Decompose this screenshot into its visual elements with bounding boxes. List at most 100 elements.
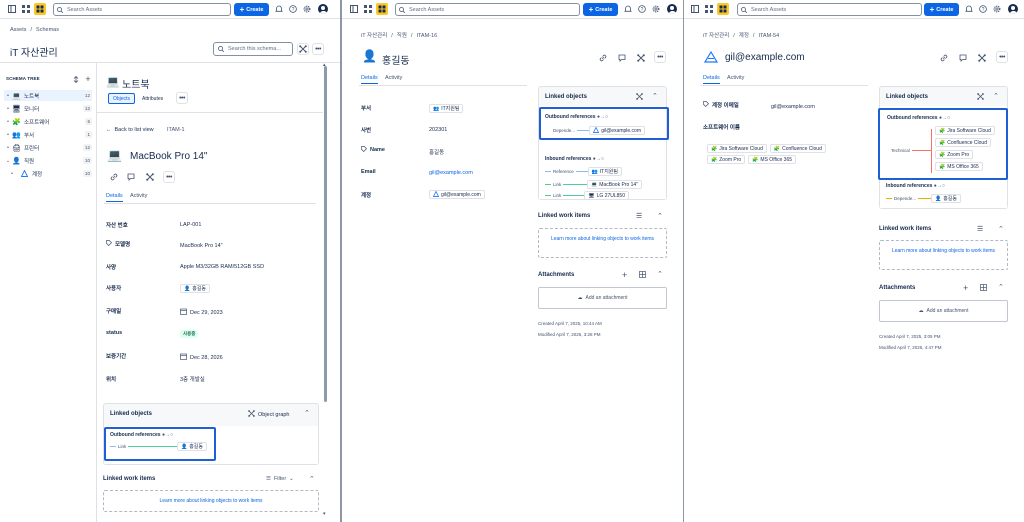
assets-logo-icon[interactable] — [34, 3, 46, 15]
assets-logo-icon[interactable] — [717, 3, 729, 15]
help-icon[interactable]: ? — [637, 4, 647, 14]
attr-value-user[interactable]: 👤 홍길동 — [180, 284, 211, 293]
attr-value-employee-number[interactable]: 202301 — [429, 127, 447, 133]
linked-object-chip[interactable]: 👤 홍길동 — [176, 442, 207, 451]
tab-activity[interactable]: Activity — [727, 75, 744, 81]
chevron-right-icon[interactable]: • — [4, 132, 12, 138]
chevron-down-icon[interactable]: ⌄ — [4, 158, 12, 164]
link-button[interactable] — [938, 52, 950, 64]
account-chip[interactable]: gil@example.com — [429, 190, 485, 199]
breadcrumb-object-key[interactable]: ITAM-54 — [758, 33, 779, 39]
linked-object-chip[interactable]: 👤 홍길동 — [930, 194, 961, 203]
attr-value-email[interactable]: gil@example.com — [429, 170, 473, 176]
chevron-right-icon[interactable]: • — [4, 119, 12, 125]
chevron-up-icon[interactable]: ⌃ — [309, 475, 315, 483]
object-more-button[interactable]: ••• — [996, 51, 1008, 63]
global-search-input[interactable]: Search Assets — [53, 3, 231, 16]
assets-logo-icon[interactable] — [376, 3, 388, 15]
notifications-icon[interactable] — [964, 4, 974, 14]
back-to-list-link[interactable]: ← Back to list view — [106, 127, 154, 133]
user-chip[interactable]: 👤 홍길동 — [180, 284, 211, 293]
global-search-input[interactable]: Search Assets — [395, 3, 580, 16]
attr-value-name[interactable]: 홍길동 — [429, 148, 444, 156]
attr-value-status[interactable]: 사용중 — [180, 330, 199, 338]
tree-item-laptop[interactable]: • 💻 노트북 12 — [4, 90, 92, 101]
chevron-right-icon[interactable]: • — [4, 93, 12, 99]
tab-activity[interactable]: Activity — [130, 193, 147, 199]
tree-sort-button[interactable] — [70, 73, 82, 85]
object-graph-button[interactable] — [144, 171, 156, 183]
help-icon[interactable]: ? — [288, 4, 298, 14]
add-attachment-button[interactable]: ☁ Add an attachment — [538, 295, 667, 301]
tab-activity[interactable]: Activity — [385, 75, 402, 81]
user-avatar-icon[interactable] — [667, 4, 677, 14]
breadcrumb-assets[interactable]: Assets — [10, 27, 27, 33]
tab-details[interactable]: Details — [361, 75, 378, 84]
add-attachment-plus-icon[interactable]: + — [963, 283, 968, 293]
global-search-input[interactable]: Search Assets — [737, 3, 922, 16]
object-graph-button[interactable] — [636, 93, 643, 102]
filter-button[interactable]: ☰ Filter ⌄ — [266, 476, 294, 482]
schema-search-input[interactable]: Search this schema... — [213, 42, 293, 56]
create-button[interactable]: + Create — [234, 3, 269, 16]
tab-attributes[interactable]: Attributes — [142, 93, 163, 104]
linked-object-chip[interactable]: 🧩 MS Office 365 — [935, 162, 983, 171]
attr-value-account-email[interactable]: gil@example.com — [771, 104, 815, 110]
attr-value-purchase-date[interactable]: Dec 29, 2023 — [180, 308, 223, 317]
notifications-icon[interactable] — [274, 4, 284, 14]
tree-item-printer[interactable]: • 🖨 프린터 12 — [4, 142, 92, 153]
object-more-button[interactable]: ••• — [163, 171, 175, 183]
breadcrumb-object-type[interactable]: 계정 — [739, 33, 749, 39]
tree-item-software[interactable]: • 🧩 소프트웨어 6 — [4, 116, 92, 127]
attr-value-warranty[interactable]: Dec 28, 2026 — [180, 353, 223, 362]
chevron-right-icon[interactable]: • — [4, 145, 12, 151]
software-chip[interactable]: 🧩 Zoom Pro — [707, 155, 746, 164]
create-button[interactable]: + Create — [924, 3, 959, 16]
sidebar-toggle-icon[interactable] — [7, 4, 17, 14]
settings-gear-icon[interactable] — [651, 4, 661, 14]
object-graph-button[interactable] — [977, 93, 984, 102]
chevron-up-icon[interactable]: ⌃ — [652, 92, 658, 100]
link-button[interactable] — [108, 171, 120, 183]
settings-gear-icon[interactable] — [302, 4, 312, 14]
scroll-down-icon[interactable]: ▾ — [323, 511, 326, 517]
filter-icon[interactable]: ☰ — [636, 212, 642, 220]
sidebar-toggle-icon[interactable] — [349, 4, 359, 14]
chevron-up-icon[interactable]: ⌃ — [657, 212, 663, 220]
schema-graph-button[interactable] — [297, 43, 309, 55]
tree-item-monitor[interactable]: • 🖥 모니터 12 — [4, 103, 92, 114]
object-graph-button[interactable] — [976, 52, 988, 64]
linked-object-chip[interactable]: 🧩 Confluence Cloud — [935, 138, 991, 147]
attr-value-model[interactable]: MacBook Pro 14" — [180, 243, 223, 249]
grid-view-icon[interactable] — [639, 271, 646, 280]
software-chip[interactable]: 🧩 Jira Software Cloud — [707, 144, 767, 153]
breadcrumb-object-key[interactable]: ITAM-16 — [416, 33, 437, 39]
work-items-learn-more-link[interactable]: Learn more about linking objects to work… — [103, 498, 319, 504]
chevron-up-icon[interactable]: ⌃ — [998, 225, 1004, 233]
tab-objects[interactable]: Objects — [108, 93, 135, 104]
app-switcher-icon[interactable] — [363, 4, 373, 14]
attr-value-spec[interactable]: Apple M3/32GB RAM/512GB SSD — [180, 264, 264, 270]
linked-object-chip[interactable]: 🧩 Zoom Pro — [935, 150, 974, 159]
user-avatar-icon[interactable] — [318, 4, 328, 14]
chevron-up-icon[interactable]: ⌃ — [304, 409, 310, 417]
grid-view-icon[interactable] — [980, 284, 987, 293]
scrollbar-thumb[interactable] — [324, 66, 327, 402]
software-chip[interactable]: 🧩 Confluence Cloud — [769, 144, 826, 153]
attr-value-department[interactable]: 👥 IT지원팀 — [429, 104, 464, 113]
schema-more-button[interactable]: ••• — [312, 43, 324, 55]
app-switcher-icon[interactable] — [704, 4, 714, 14]
chevron-up-icon[interactable]: ⌃ — [998, 283, 1004, 291]
attr-value-account[interactable]: gil@example.com — [429, 190, 485, 199]
breadcrumb-object-type[interactable]: 직원 — [397, 33, 407, 39]
comment-button[interactable] — [616, 52, 628, 64]
tree-item-account[interactable]: • 계정 10 — [4, 168, 92, 179]
chevron-right-icon[interactable]: • — [4, 106, 12, 112]
linked-object-chip[interactable]: 🧩 Jira Software Cloud — [935, 126, 995, 135]
link-button[interactable] — [597, 52, 609, 64]
object-graph-button[interactable] — [635, 52, 647, 64]
linked-object-chip[interactable]: gil@example.com — [589, 126, 645, 135]
attr-value-location[interactable]: 3층 개발실 — [180, 375, 205, 383]
object-more-button[interactable]: ••• — [654, 51, 666, 63]
breadcrumb-schema[interactable]: iT 자산관리 — [361, 33, 387, 39]
